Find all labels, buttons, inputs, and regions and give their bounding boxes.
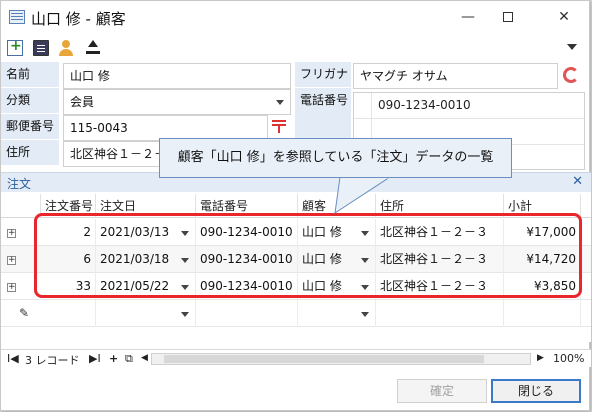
chevron-down-icon[interactable] <box>276 100 284 105</box>
chevron-down-icon[interactable] <box>181 258 189 263</box>
grid-header: 注文番号 注文日 電話番号 顧客 住所 小計 <box>1 194 591 218</box>
expand-icon[interactable]: + <box>7 256 16 265</box>
zoom-level[interactable]: 100% <box>553 352 584 365</box>
new-row-icon[interactable]: ✎ <box>15 300 41 327</box>
header-corner <box>1 194 41 218</box>
customer-value: 山口 修 <box>302 279 342 293</box>
column-header[interactable]: 小計 <box>504 194 581 218</box>
chevron-down-icon[interactable] <box>181 285 189 290</box>
record-count: 3 レコード <box>25 354 80 367</box>
name-label: 名前 <box>1 62 59 88</box>
chevron-down-icon[interactable] <box>361 231 369 236</box>
refresh-icon[interactable] <box>563 67 579 83</box>
order-date-value: 2021/03/13 <box>100 225 170 239</box>
furigana-label: フリガナ <box>295 62 351 88</box>
category-value: 会員 <box>70 95 95 109</box>
table-row[interactable]: + 6 2021/03/18 090-1234-0010 山口 修 北区神谷１－… <box>1 246 591 273</box>
phone-row[interactable]: 090-1234-0010 <box>354 93 584 119</box>
copy-record-button[interactable]: ⧉ <box>125 352 133 366</box>
customer-cell[interactable]: 山口 修 <box>298 273 376 300</box>
address-label: 住所 <box>1 140 59 166</box>
order-date-cell[interactable]: 2021/03/13 <box>96 219 196 246</box>
empty-cell[interactable] <box>96 300 196 327</box>
confirm-button[interactable]: 確定 <box>397 379 487 403</box>
name-field[interactable]: 山口 修 <box>63 63 291 89</box>
postal-mark-icon[interactable] <box>271 118 287 134</box>
column-header[interactable]: 注文番号 <box>41 194 96 218</box>
empty-cell[interactable] <box>504 300 581 327</box>
scrollbar-thumb[interactable] <box>164 355 484 363</box>
address-cell[interactable]: 北区神谷１－２－３ <box>376 246 504 273</box>
order-number-cell[interactable]: 6 <box>41 246 96 273</box>
order-date-cell[interactable]: 2021/03/18 <box>96 246 196 273</box>
close-window-button[interactable]: ✕ <box>541 1 587 33</box>
column-header[interactable]: 電話番号 <box>196 194 298 218</box>
horizontal-scrollbar[interactable] <box>151 353 531 365</box>
empty-cell[interactable] <box>376 300 504 327</box>
expand-icon[interactable]: + <box>7 283 16 292</box>
customer-window: 山口 修 - 顧客 — ✕ 名前 山口 修 フリガナ ヤマグチ オサム 分類 会… <box>0 0 591 411</box>
address-cell[interactable]: 北区神谷１－２－３ <box>376 219 504 246</box>
phone-cell[interactable]: 090-1234-0010 <box>196 246 298 273</box>
subtotal-cell[interactable]: ¥14,720 <box>504 246 581 273</box>
scroll-right-button[interactable]: ▶ <box>537 353 544 363</box>
chevron-down-icon[interactable] <box>361 285 369 290</box>
new-row[interactable]: ✎ <box>1 300 591 327</box>
subtotal-cell[interactable]: ¥3,850 <box>504 273 581 300</box>
chevron-down-icon[interactable] <box>181 312 189 317</box>
empty-cell[interactable] <box>196 300 298 327</box>
chevron-down-icon[interactable] <box>181 231 189 236</box>
scroll-left-button[interactable]: ◀ <box>141 353 148 363</box>
order-date-value: 2021/03/18 <box>100 252 170 266</box>
new-record-icon[interactable] <box>7 38 23 56</box>
first-record-button[interactable]: I◀ <box>7 352 19 365</box>
expand-icon[interactable]: + <box>7 229 16 238</box>
add-record-button[interactable]: + <box>109 352 118 365</box>
toolbar-dropdown-icon[interactable] <box>567 44 577 50</box>
orders-grid: 注文番号 注文日 電話番号 顧客 住所 小計 + 2 2021/03/13 09… <box>1 192 591 342</box>
column-header[interactable]: 顧客 <box>298 194 376 218</box>
address-cell[interactable]: 北区神谷１－２－３ <box>376 273 504 300</box>
form-icon <box>9 10 25 24</box>
upload-icon[interactable] <box>85 40 101 56</box>
chevron-down-icon[interactable] <box>361 258 369 263</box>
category-select[interactable]: 会員 <box>63 89 291 115</box>
close-icon[interactable]: ✕ <box>572 174 583 189</box>
empty-cell[interactable] <box>298 300 376 327</box>
orders-title: 注文 <box>7 177 32 191</box>
customer-value: 山口 修 <box>302 252 342 266</box>
empty-cell[interactable] <box>41 300 96 327</box>
chevron-down-icon[interactable] <box>361 312 369 317</box>
phone-cell[interactable]: 090-1234-0010 <box>196 219 298 246</box>
order-number-cell[interactable]: 33 <box>41 273 96 300</box>
toolbar <box>1 36 589 60</box>
phone-value[interactable]: 090-1234-0010 <box>378 98 471 112</box>
order-date-value: 2021/05/22 <box>100 279 170 293</box>
order-date-cell[interactable]: 2021/05/22 <box>96 273 196 300</box>
table-row[interactable]: + 33 2021/05/22 090-1234-0010 山口 修 北区神谷１… <box>1 273 591 300</box>
close-button[interactable]: 閉じる <box>491 379 581 403</box>
order-number-cell[interactable]: 2 <box>41 219 96 246</box>
furigana-field[interactable]: ヤマグチ オサム <box>353 63 558 89</box>
column-header[interactable]: 住所 <box>376 194 504 218</box>
row-selector[interactable] <box>354 93 372 118</box>
postal-code-label: 郵便番号 <box>1 114 59 140</box>
maximize-button[interactable] <box>485 1 531 33</box>
subtotal-cell[interactable]: ¥17,000 <box>504 219 581 246</box>
category-label: 分類 <box>1 88 59 114</box>
table-row[interactable]: + 2 2021/03/13 090-1234-0010 山口 修 北区神谷１－… <box>1 219 591 246</box>
customer-value: 山口 修 <box>302 225 342 239</box>
document-icon[interactable] <box>33 40 49 56</box>
phone-cell[interactable]: 090-1234-0010 <box>196 273 298 300</box>
callout-annotation: 顧客「山口 修」を参照している「注文」データの一覧 <box>159 138 512 178</box>
customer-cell[interactable]: 山口 修 <box>298 246 376 273</box>
window-title: 山口 修 - 顧客 <box>31 10 126 28</box>
column-header[interactable]: 注文日 <box>96 194 196 218</box>
navigation-bar: I◀ 3 レコード ▶I + ⧉ ◀ ▶ 100% <box>1 349 591 367</box>
title-bar: 山口 修 - 顧客 — ✕ <box>1 1 589 35</box>
maximize-icon <box>503 12 513 22</box>
customer-cell[interactable]: 山口 修 <box>298 219 376 246</box>
last-record-button[interactable]: ▶I <box>89 352 101 365</box>
user-icon[interactable] <box>58 40 74 56</box>
